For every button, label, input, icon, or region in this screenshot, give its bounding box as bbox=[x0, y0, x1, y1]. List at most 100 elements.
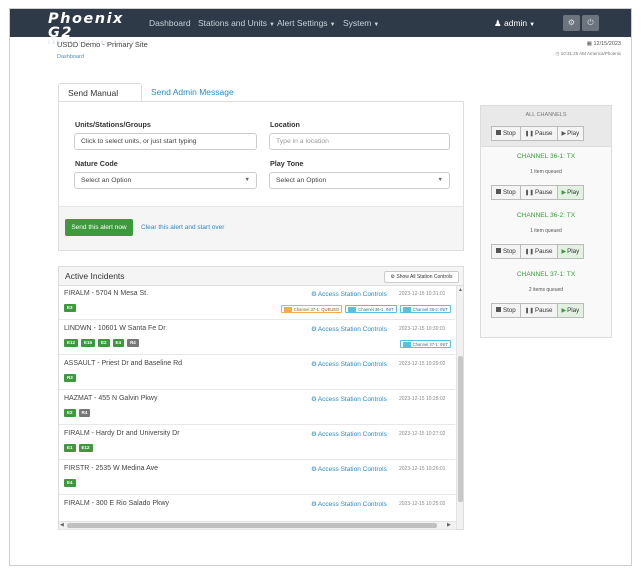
brand-name: Phoenix G2 bbox=[48, 11, 124, 41]
channel-pause-button[interactable]: ❚❚Pause bbox=[520, 244, 558, 259]
play-icon: ▶ bbox=[561, 308, 567, 314]
nav-dashboard[interactable]: Dashboard bbox=[149, 9, 191, 37]
play-tone-label: Play Tone bbox=[270, 159, 304, 168]
caret-down-icon: ▼ bbox=[529, 22, 536, 28]
play-icon: ▶ bbox=[561, 131, 567, 137]
unit-badge: E2 bbox=[64, 409, 76, 417]
access-station-controls-link[interactable]: ⚙Access Station Controls bbox=[311, 500, 387, 508]
access-station-controls-link[interactable]: ⚙Access Station Controls bbox=[311, 395, 387, 403]
unit-badge: E15 bbox=[81, 339, 96, 347]
play-tone-select[interactable]: Select an Option ▼ bbox=[269, 172, 450, 189]
channel-play-button[interactable]: ▶Play bbox=[557, 185, 585, 200]
stop-icon bbox=[496, 307, 501, 312]
play-tone-value: Select an Option bbox=[276, 177, 327, 184]
channel-play-button[interactable]: ▶Play bbox=[557, 244, 585, 259]
incident-timestamp: 2023-12-15 10:30:01 bbox=[399, 326, 446, 332]
gear-icon: ⚙ bbox=[311, 501, 317, 508]
current-time: ◷ 10:31:25 AM America/Phoenix bbox=[556, 51, 622, 57]
stop-icon bbox=[496, 189, 501, 194]
channel-status-badge: Channel 36-2: INIT bbox=[399, 305, 451, 313]
vertical-scroll-thumb[interactable] bbox=[458, 356, 463, 502]
manual-alert-form: Units/Stations/Groups Click to select un… bbox=[58, 101, 464, 251]
send-alert-button[interactable]: Send this alert now bbox=[65, 219, 133, 236]
channels-panel: ALL CHANNELS Stop ❚❚Pause ▶Play CHANNEL … bbox=[480, 105, 612, 338]
incident-row: HAZMAT - 455 N Galvin Pkwy E2 R4 ⚙Access St… bbox=[59, 391, 455, 425]
units-label: Units/Stations/Groups bbox=[75, 120, 151, 129]
incident-timestamp: 2023-12-15 10:28:02 bbox=[399, 396, 446, 402]
all-stop-button[interactable]: Stop bbox=[491, 126, 521, 141]
caret-down-icon: ▼ bbox=[244, 177, 250, 183]
play-label: Play bbox=[567, 248, 580, 255]
channel-stop-button[interactable]: Stop bbox=[491, 303, 521, 318]
channel-pause-button[interactable]: ❚❚Pause bbox=[520, 185, 558, 200]
scroll-right-icon[interactable]: ▶ bbox=[447, 522, 451, 528]
date-text: 12/15/2023 bbox=[593, 41, 621, 47]
power-icon[interactable]: ⏻ bbox=[582, 15, 599, 31]
scroll-left-icon[interactable]: ◀ bbox=[60, 522, 64, 528]
incident-timestamp: 2023-12-15 10:31:01 bbox=[399, 291, 446, 297]
clock-icon: ◷ bbox=[555, 51, 560, 56]
access-station-controls-link[interactable]: ⚙Access Station Controls bbox=[311, 465, 387, 473]
vertical-scrollbar[interactable]: ▲ bbox=[456, 286, 463, 529]
channel-icon bbox=[402, 306, 411, 313]
access-label: Access Station Controls bbox=[317, 361, 387, 368]
channel-pause-button[interactable]: ❚❚Pause bbox=[520, 303, 558, 318]
all-play-button[interactable]: ▶Play bbox=[557, 126, 585, 141]
channel-stop-button[interactable]: Stop bbox=[491, 244, 521, 259]
incident-name: FIRALM - 300 E Rio Salado Pkwy bbox=[64, 500, 170, 507]
horizontal-scrollbar[interactable]: ◀ ▶ bbox=[59, 521, 456, 529]
location-input[interactable]: Type in a location bbox=[269, 133, 450, 150]
incident-name: FIRALM - Hardy Dr and University Dr bbox=[64, 430, 180, 437]
breadcrumb-dashboard[interactable]: Dashboard bbox=[57, 54, 84, 60]
channel-status-text: Channel 37-1: INIT bbox=[412, 342, 448, 347]
unit-badge: E12 bbox=[64, 339, 79, 347]
caret-down-icon: ▼ bbox=[268, 22, 275, 28]
incident-row: FIRALM - 5704 N Mesa St. E3 ⚙Access Statio… bbox=[59, 286, 455, 320]
tab-send-manual-alert[interactable]: Send Manual Alert bbox=[58, 83, 142, 117]
incidents-header: Active Incidents ⚙ Show All Station Cont… bbox=[59, 267, 463, 286]
nature-code-select[interactable]: Select an Option ▼ bbox=[74, 172, 257, 189]
channel-status-list: Channel 37-1: INIT bbox=[399, 340, 451, 348]
access-station-controls-link[interactable]: ⚙Access Station Controls bbox=[311, 360, 387, 368]
horizontal-scroll-thumb[interactable] bbox=[67, 523, 437, 528]
user-name: admin bbox=[504, 18, 528, 28]
form-footer: Send this alert now Clear this alert and… bbox=[59, 206, 463, 250]
all-pause-button[interactable]: ❚❚Pause bbox=[520, 126, 558, 141]
show-all-station-controls-button[interactable]: ⚙ Show All Station Controls bbox=[384, 271, 459, 283]
unit-badge: E3 bbox=[64, 304, 76, 312]
channel-stop-button[interactable]: Stop bbox=[491, 185, 521, 200]
caret-down-icon: ▼ bbox=[373, 22, 380, 28]
access-station-controls-link[interactable]: ⚙Access Station Controls bbox=[311, 430, 387, 438]
incident-name: HAZMAT - 455 N Galvin Pkwy bbox=[64, 395, 158, 402]
nav-user-menu[interactable]: ♟ admin ▼ bbox=[494, 9, 535, 37]
time-text: 10:31:25 AM America/Phoenix bbox=[560, 51, 621, 56]
nav-stations-units[interactable]: Stations and Units ▼ bbox=[198, 9, 275, 37]
gear-icon: ⚙ bbox=[311, 431, 317, 438]
access-station-controls-link[interactable]: ⚙Access Station Controls bbox=[311, 290, 387, 298]
channel-queue-count: 1 item queued bbox=[530, 228, 562, 234]
clear-alert-link[interactable]: Clear this alert and start over bbox=[141, 219, 224, 236]
nav-alert-settings[interactable]: Alert Settings ▼ bbox=[277, 9, 336, 37]
unit-badge: E4 bbox=[112, 339, 125, 347]
channel-icon bbox=[402, 341, 411, 348]
nav-system[interactable]: System ▼ bbox=[343, 9, 379, 37]
units-input[interactable]: Click to select units, or just start typ… bbox=[74, 133, 257, 150]
channel-title: CHANNEL 36-1: TX bbox=[516, 153, 576, 160]
brand-logo[interactable]: Phoenix G2 COMMUNICATIONS GATEWAY bbox=[48, 12, 148, 46]
access-label: Access Station Controls bbox=[317, 326, 387, 333]
unit-badge: E2 bbox=[98, 339, 110, 347]
gear-icon[interactable]: ⚙ bbox=[563, 15, 580, 31]
incident-row: LINDWN - 10601 W Santa Fe Dr E12 E15 E2 E4 R4… bbox=[59, 321, 455, 355]
all-channels-controls: Stop ❚❚Pause ▶Play bbox=[491, 126, 585, 141]
tab-send-admin-message[interactable]: Send Admin Message bbox=[142, 83, 243, 102]
incident-timestamp: 2023-12-15 10:26:01 bbox=[399, 466, 446, 472]
channel-controls: Stop ❚❚Pause ▶Play bbox=[491, 303, 585, 318]
nature-code-value: Select an Option bbox=[81, 177, 132, 184]
channel-play-button[interactable]: ▶Play bbox=[557, 303, 585, 318]
channel-status-badge: Channel 37-1: INIT bbox=[399, 340, 451, 348]
access-station-controls-link[interactable]: ⚙Access Station Controls bbox=[311, 325, 387, 333]
access-label: Access Station Controls bbox=[317, 291, 387, 298]
scroll-up-icon[interactable]: ▲ bbox=[458, 287, 463, 293]
location-label: Location bbox=[270, 120, 300, 129]
caret-down-icon: ▼ bbox=[329, 22, 336, 28]
